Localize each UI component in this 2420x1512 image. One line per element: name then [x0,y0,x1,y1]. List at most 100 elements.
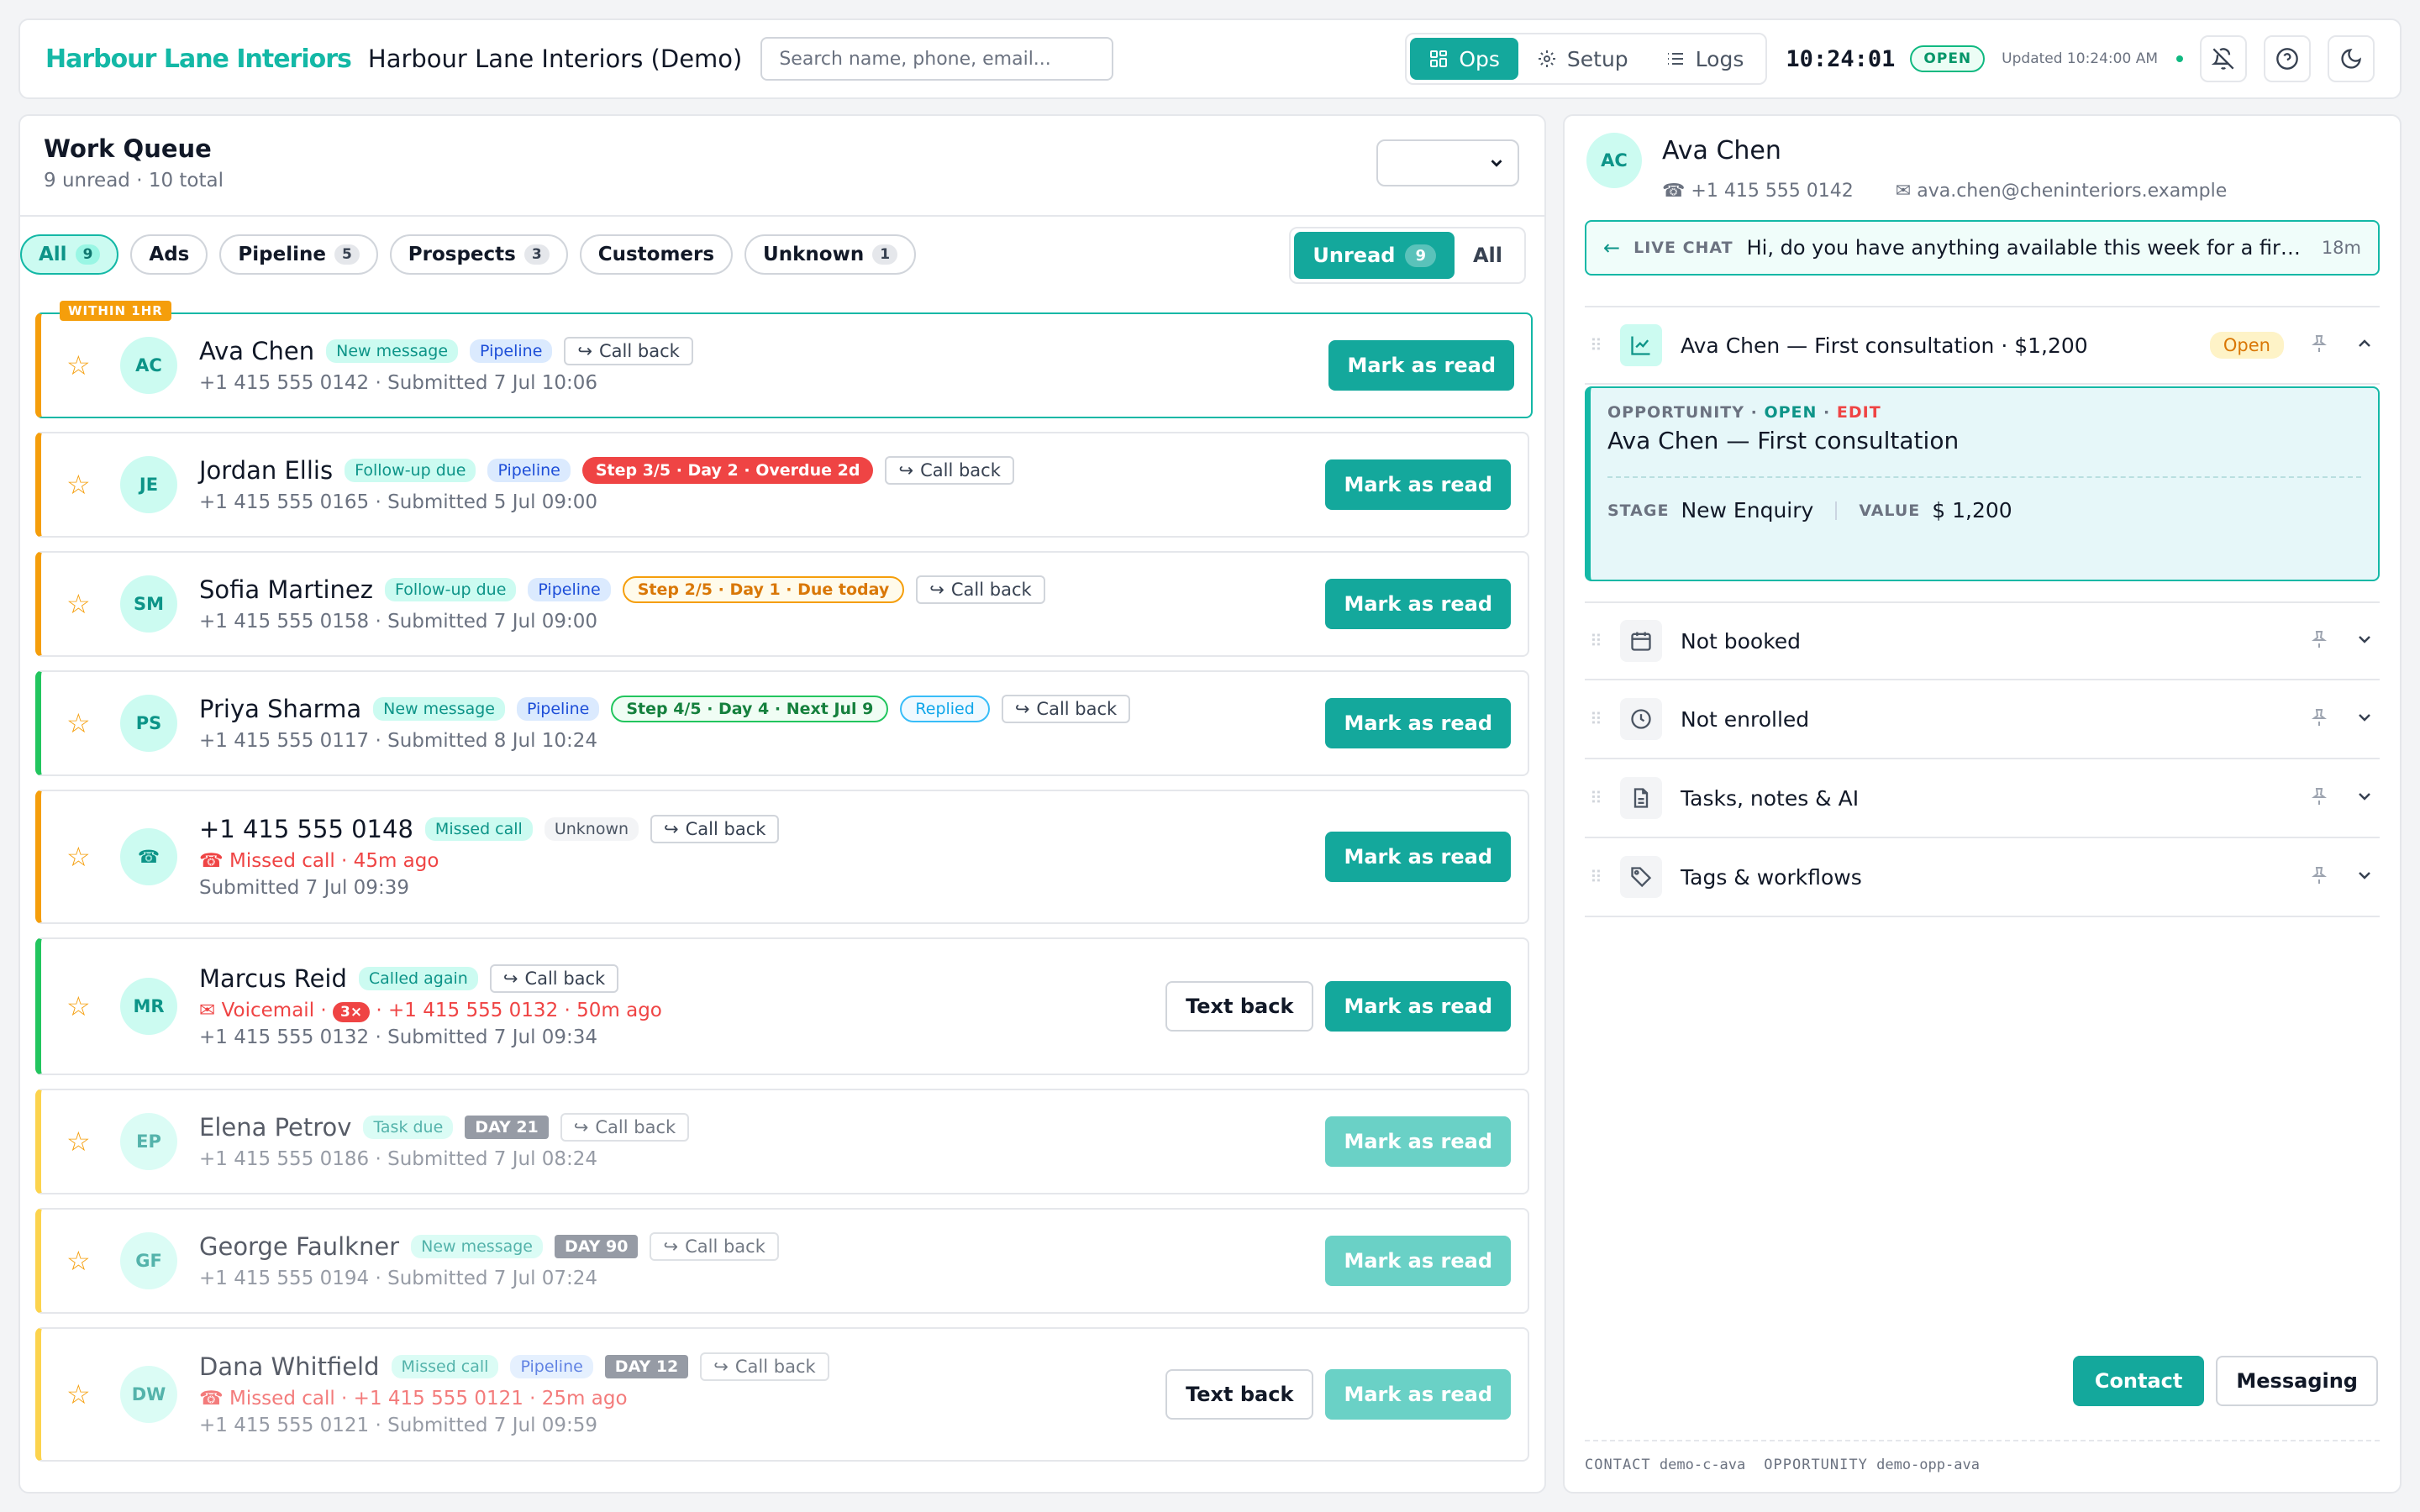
mark-as-read-button[interactable]: Mark as read [1325,1369,1511,1420]
mark-as-read-button[interactable]: Mark as read [1325,459,1511,510]
nav-logs[interactable]: Logs [1647,38,1763,80]
call-back-button[interactable]: ↪ Call back [700,1352,829,1381]
toggle-unread-count: 9 [1405,244,1436,267]
section-enrollment[interactable]: ⠿ Not enrolled [1585,680,2380,759]
call-back-button[interactable]: ↪ Call back [916,575,1045,604]
contact-phone-text: +1 415 555 0142 [1691,181,1854,202]
pin-icon[interactable] [2309,865,2329,889]
mark-as-read-button[interactable]: Mark as read [1325,698,1511,748]
list-item[interactable]: ☆ PS Priya Sharma New message Pipeline S… [35,670,1529,776]
call-back-button[interactable]: ↪ Call back [885,456,1014,485]
call-back-button[interactable]: ↪ Call back [1001,695,1131,723]
list-item[interactable]: ☆ MR Marcus Reid Called again ↪ Call back… [35,937,1529,1075]
queue-select[interactable] [1376,139,1519,186]
contact-name: Ava Chen [1662,136,1781,165]
mark-as-read-button[interactable]: Mark as read [1325,1116,1511,1167]
chevron-down-icon[interactable] [2354,786,2375,810]
call-back-label: Call back [950,580,1032,600]
list-item[interactable]: ☆ SM Sofia Martinez Follow-up due Pipeli… [35,551,1529,657]
section-opportunity[interactable]: ⠿ Ava Chen — First consultation · $1,200… [1585,306,2380,385]
call-back-label: Call back [920,460,1001,480]
star-icon[interactable]: ☆ [66,1245,108,1277]
star-icon[interactable]: ☆ [66,990,108,1022]
chevron-up-icon[interactable] [2354,333,2375,357]
list-item[interactable]: ☆ ☎ +1 415 555 0148 Missed call Unknown … [35,790,1529,924]
list-item[interactable]: ☆ GF George Faulkner New message DAY 90 … [35,1208,1529,1314]
filter-prospects[interactable]: Prospects 3 [389,234,568,275]
list-item[interactable]: WITHIN 1HR ☆ AC Ava Chen New message Pip… [35,301,1533,418]
list-item[interactable]: ☆ DW Dana Whitfield Missed call Pipeline… [35,1327,1529,1462]
filter-ads[interactable]: Ads [130,234,208,275]
grid-icon [1430,50,1448,67]
reply-icon: ↪ [577,341,592,361]
call-back-button[interactable]: ↪ Call back [650,815,780,843]
drag-handle-icon[interactable]: ⠿ [1590,788,1620,808]
section-tags[interactable]: ⠿ Tags & workflows [1585,838,2380,917]
call-back-button[interactable]: ↪ Call back [564,337,693,365]
mark-as-read-button[interactable]: Mark as read [1325,832,1511,882]
pin-icon[interactable] [2309,333,2329,357]
mark-as-read-button[interactable]: Mark as read [1328,340,1514,391]
section-tasks[interactable]: ⠿ Tasks, notes & AI [1585,759,2380,838]
contact-button[interactable]: Contact [2072,1356,2205,1406]
star-icon[interactable]: ☆ [66,841,108,873]
opportunity-card[interactable]: OPPORTUNITY · OPEN · EDIT Ava Chen — Fir… [1585,386,2380,581]
toggle-unread[interactable]: Unread 9 [1294,232,1455,279]
star-icon[interactable]: ☆ [66,469,108,501]
brand-logo[interactable]: Harbour Lane Interiors [45,45,352,74]
step-badge: Step 3/5 · Day 2 · Overdue 2d [581,457,874,484]
filter-all[interactable]: All 9 [20,234,119,275]
messaging-button[interactable]: Messaging [2216,1356,2378,1406]
text-back-button[interactable]: Text back [1165,981,1314,1032]
call-back-button[interactable]: ↪ Call back [650,1232,779,1261]
star-icon[interactable]: ☆ [66,707,108,739]
help-button[interactable] [2264,35,2311,82]
star-icon[interactable]: ☆ [66,1378,108,1410]
nav-ops[interactable]: Ops [1410,38,1518,80]
contact-email[interactable]: ✉ ava.chen@cheninteriors.example [1896,181,2227,202]
step-badge: Step 4/5 · Day 4 · Next Jul 9 [611,696,889,722]
search-input[interactable] [760,37,1114,81]
contact-name: Sofia Martinez [199,575,373,604]
live-chat-banner[interactable]: ← LIVE CHAT Hi, do you have anything ava… [1585,220,2380,276]
text-back-button[interactable]: Text back [1165,1369,1314,1420]
filter-pipeline[interactable]: Pipeline 5 [219,234,378,275]
list-item[interactable]: ☆ EP Elena Petrov Task due DAY 21 ↪ Call … [35,1089,1529,1194]
mark-as-read-button[interactable]: Mark as read [1325,981,1511,1032]
pin-icon[interactable] [2309,786,2329,810]
drag-handle-icon[interactable]: ⠿ [1590,867,1620,887]
chevron-down-icon[interactable] [2354,629,2375,653]
contact-phone[interactable]: ☎ +1 415 555 0142 [1662,181,1854,202]
chevron-down-icon[interactable] [2354,707,2375,731]
call-back-label: Call back [595,1117,676,1137]
filter-ads-label: Ads [149,244,190,265]
filter-unknown[interactable]: Unknown 1 [744,234,917,275]
list-item[interactable]: ☆ JE Jordan Ellis Follow-up due Pipeline… [35,432,1529,538]
toggle-all[interactable]: All [1455,232,1521,279]
star-icon[interactable]: ☆ [66,588,108,620]
filter-prospects-count: 3 [523,244,550,265]
dark-mode-button[interactable] [2328,35,2375,82]
star-icon[interactable]: ☆ [66,349,108,381]
live-dot-icon [2176,55,2183,62]
drag-handle-icon[interactable]: ⠿ [1590,709,1620,729]
avatar: JE [120,456,177,513]
drag-handle-icon[interactable]: ⠿ [1590,335,1620,355]
star-icon[interactable]: ☆ [66,1126,108,1158]
section-booking[interactable]: ⠿ Not booked [1585,601,2380,680]
pin-icon[interactable] [2309,629,2329,653]
filter-customers[interactable]: Customers [579,234,734,275]
call-back-button[interactable]: ↪ Call back [489,964,619,993]
drag-handle-icon[interactable]: ⠿ [1590,631,1620,651]
call-back-button[interactable]: ↪ Call back [560,1113,690,1142]
mark-as-read-button[interactable]: Mark as read [1325,579,1511,629]
chevron-down-icon[interactable] [2354,865,2375,889]
mark-as-read-button[interactable]: Mark as read [1325,1236,1511,1286]
nav-setup[interactable]: Setup [1518,38,1647,80]
status-tag: Missed call [391,1355,499,1378]
alert-prefix: Voicemail · [221,1000,327,1021]
mute-notifications-button[interactable] [2200,35,2247,82]
pin-icon[interactable] [2309,707,2329,731]
edit-link[interactable]: EDIT [1837,403,1881,422]
calendar-icon [1620,620,1662,662]
